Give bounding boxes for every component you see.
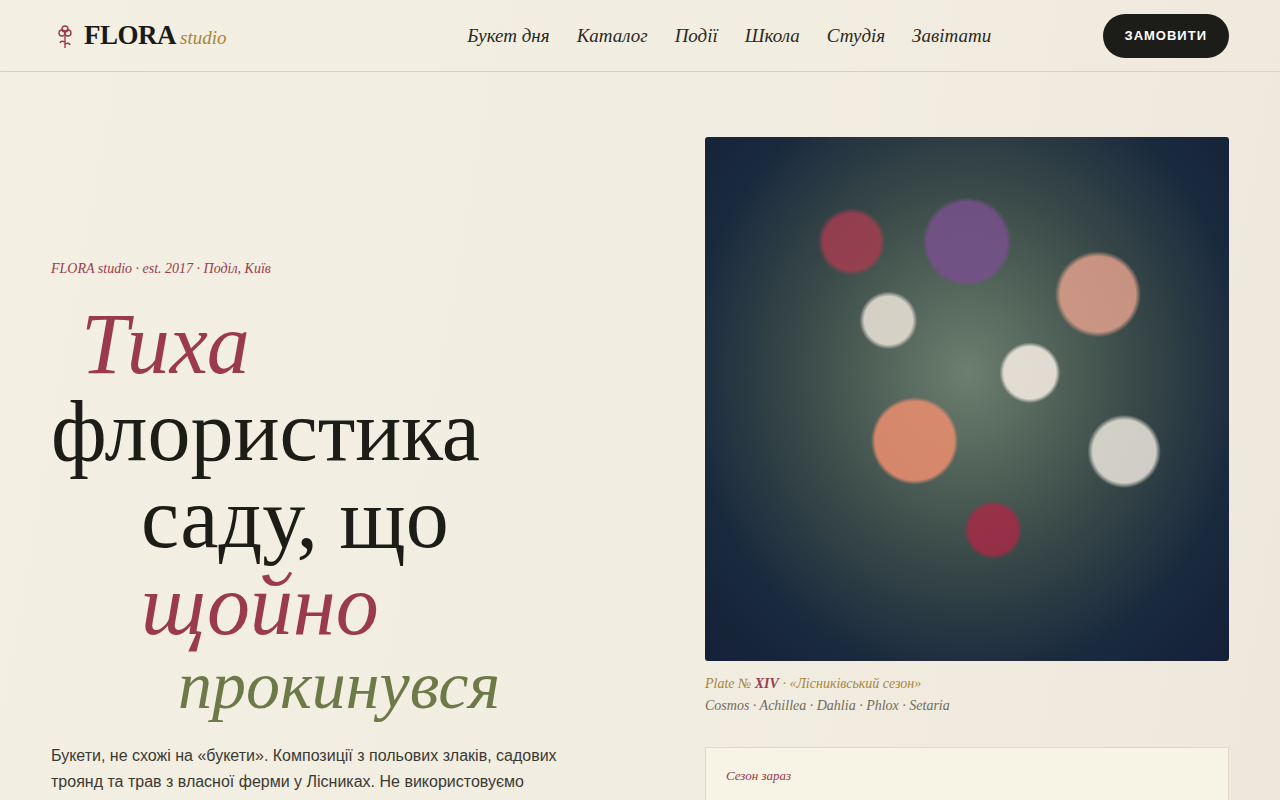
headline-line: саду, що (51, 475, 645, 562)
lead: Букети, не схожі на «букети». Композиції… (51, 743, 611, 795)
headline: Тихафлористикасаду, щощойнопрокинувся (51, 301, 645, 721)
hero: FLORA studio · est. 2017 · Поділ, Київ Ти… (0, 72, 1280, 800)
nav-link[interactable]: Студія (827, 25, 885, 47)
headline-line: Тиха (51, 301, 645, 388)
order-button[interactable]: ЗАМОВИТИ (1103, 14, 1230, 58)
header: FLORAstudio Букет дня Каталог Події Школа Сту… (0, 0, 1280, 72)
season-label: Сезон зараз (726, 768, 1208, 784)
logo-suffix: studio (180, 27, 226, 48)
bouquet-photo (705, 137, 1229, 661)
plate-flowers: Cosmos · Achillea · Dahlia · Phlox · Set… (705, 695, 1229, 717)
hero-text: FLORA studio · est. 2017 · Поділ, Київ Ти… (51, 137, 645, 800)
page: FLORAstudio Букет дня Каталог Події Школа Сту… (0, 0, 1280, 800)
nav-link[interactable]: Завітати (912, 25, 991, 47)
nav-link[interactable]: Події (675, 25, 718, 47)
flower-icon (56, 23, 74, 49)
headline-line: флористика (51, 388, 645, 475)
nav-link[interactable]: Каталог (577, 25, 648, 47)
headline-line: прокинувся (51, 649, 645, 721)
logo[interactable]: FLORAstudio (56, 20, 296, 51)
logo-name: FLORA (84, 20, 176, 50)
plate-caption: Plate № XIV · «Лісниківський сезон» (705, 673, 1229, 695)
headline-line: щойно (51, 562, 645, 649)
nav-link[interactable]: Школа (745, 25, 800, 47)
season-card: Сезон зараз (705, 747, 1229, 800)
plate-number: XIV (755, 676, 779, 691)
nav: Букет дня Каталог Події Школа Студія Завітати (467, 25, 991, 47)
eyebrow: FLORA studio · est. 2017 · Поділ, Київ (51, 261, 645, 277)
nav-link[interactable]: Букет дня (467, 25, 549, 47)
hero-media: Plate № XIV · «Лісниківський сезон»Cosmo… (705, 137, 1229, 800)
